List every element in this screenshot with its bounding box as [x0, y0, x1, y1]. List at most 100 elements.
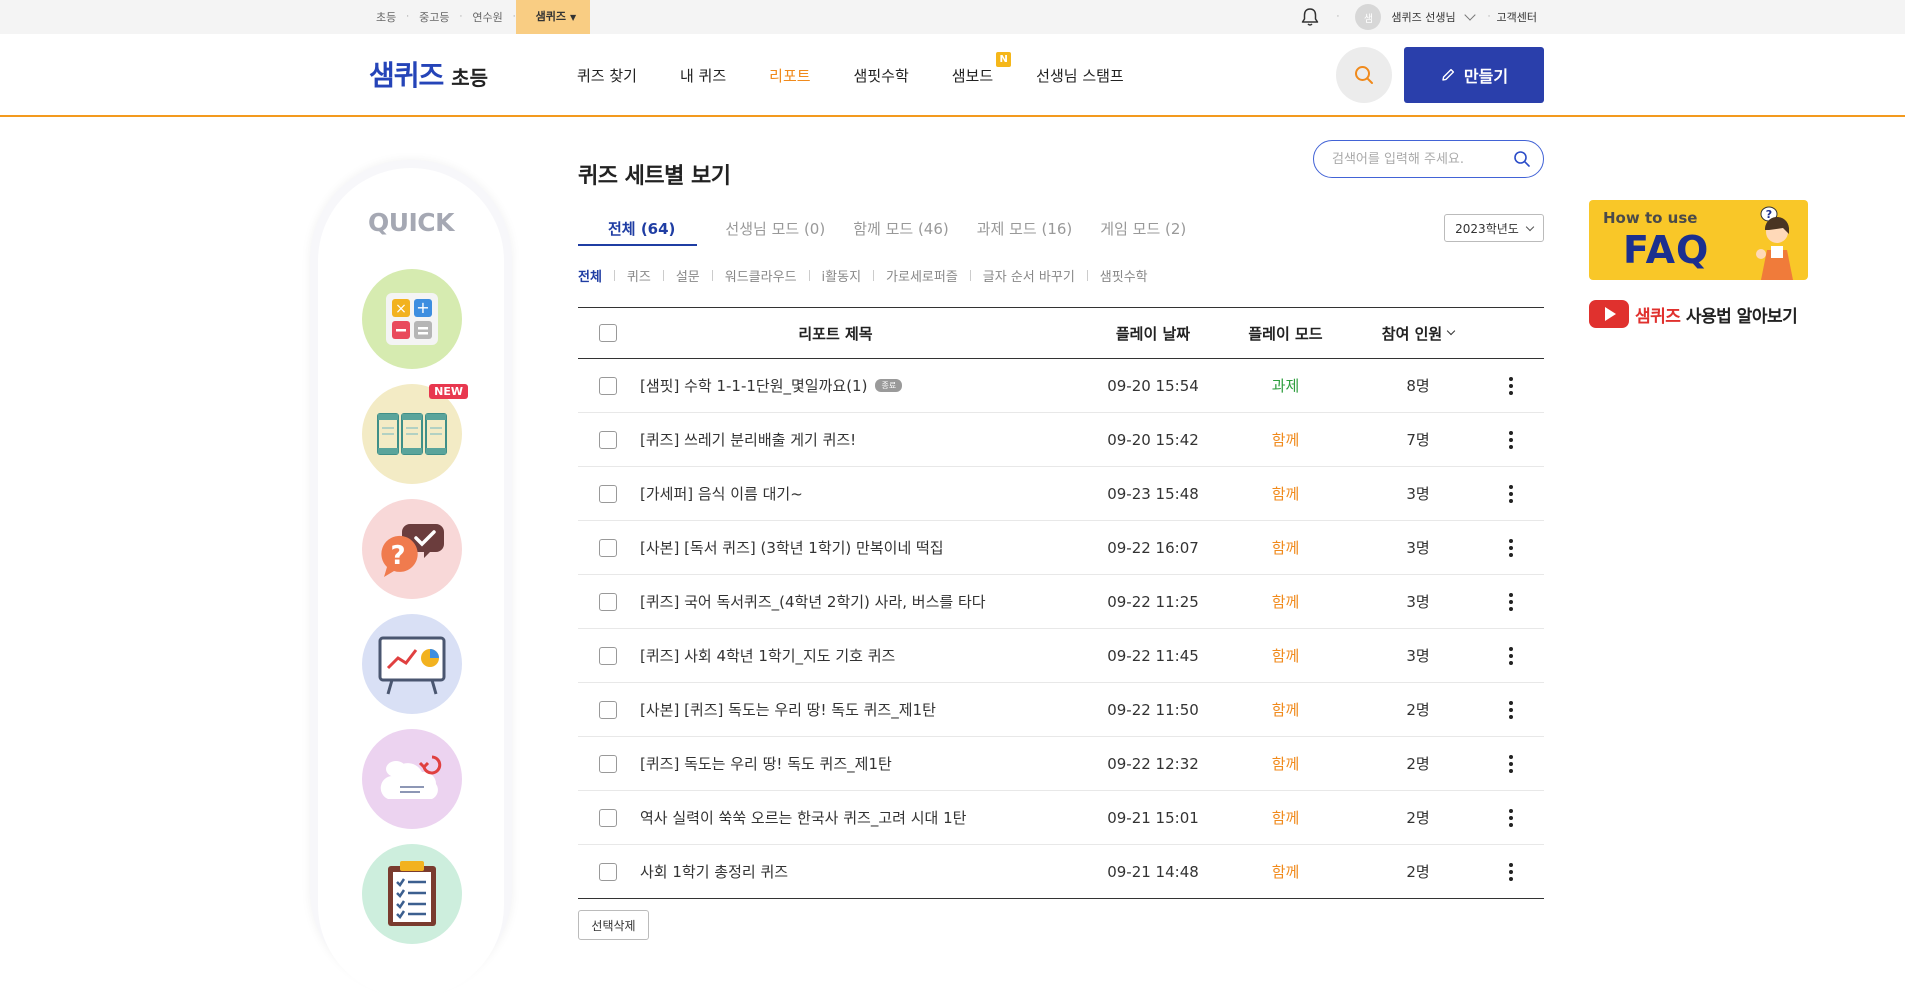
filter-survey[interactable]: 설문: [676, 266, 700, 285]
divider: [711, 270, 713, 281]
nav-find-quiz[interactable]: 퀴즈 찾기: [577, 65, 637, 86]
row-checkbox[interactable]: [599, 646, 617, 665]
tab-together-mode[interactable]: 함께 모드 (46): [853, 214, 949, 246]
tab-all[interactable]: 전체 (64): [578, 214, 698, 246]
more-vertical-icon: [1509, 484, 1513, 503]
row-checkbox[interactable]: [599, 808, 617, 827]
table-row[interactable]: [사본] [독서 퀴즈] (3학년 1학기) 만복이네 떡집 09-22 16:0…: [578, 521, 1544, 575]
row-more-button[interactable]: [1478, 538, 1544, 557]
table-row[interactable]: 사회 1학기 총정리 퀴즈 09-21 14:48 함께 2명: [578, 845, 1544, 899]
divider: [613, 270, 615, 281]
row-checkbox[interactable]: [599, 754, 617, 773]
nav-samboard[interactable]: 샘보드 N: [952, 52, 1012, 86]
delete-selected-button[interactable]: 선택삭제: [578, 910, 649, 940]
site-link-elementary[interactable]: 초등: [366, 9, 406, 25]
row-mode: 함께: [1271, 485, 1300, 503]
quick-bookshelf[interactable]: NEW: [362, 384, 468, 484]
row-title-cell[interactable]: [사본] [독서 퀴즈] (3학년 1학기) 만복이네 떡집: [638, 537, 1093, 558]
row-checkbox[interactable]: [599, 592, 617, 611]
header-search-button[interactable]: [1336, 47, 1392, 103]
avatar[interactable]: 샘: [1355, 4, 1382, 30]
row-more-button[interactable]: [1478, 754, 1544, 773]
user-name[interactable]: 샘퀴즈 선생님: [1391, 9, 1455, 25]
search-input[interactable]: [1332, 151, 1513, 167]
nav-my-quiz[interactable]: 내 퀴즈: [680, 65, 726, 86]
table-row[interactable]: [퀴즈] 독도는 우리 땅! 독도 퀴즈_제1탄 09-22 12:32 함께 2명: [578, 737, 1544, 791]
quick-quiz[interactable]: ?: [362, 499, 462, 599]
quick-wordcloud[interactable]: [362, 729, 462, 829]
faq-banner[interactable]: How to use FAQ ?: [1589, 200, 1808, 280]
row-title-cell[interactable]: [샘핏] 수학 1-1-1단원_몇일까요(1) 종료: [638, 375, 1093, 396]
row-checkbox[interactable]: [599, 700, 617, 719]
quick-report-board[interactable]: [362, 614, 462, 714]
row-title-cell[interactable]: 사회 1학기 총정리 퀴즈: [638, 861, 1093, 882]
search-icon[interactable]: [1513, 150, 1531, 168]
tab-teacher-mode[interactable]: 선생님 모드 (0): [725, 214, 825, 246]
header-people-sort[interactable]: 참여 인원: [1358, 323, 1478, 344]
filter-quiz[interactable]: 퀴즈: [627, 266, 651, 285]
tab-game-mode[interactable]: 게임 모드 (2): [1100, 214, 1186, 246]
tab-task-mode[interactable]: 과제 모드 (16): [977, 214, 1073, 246]
help-center-link[interactable]: 고객센터: [1497, 9, 1537, 25]
table-row[interactable]: [사본] [퀴즈] 독도는 우리 땅! 독도 퀴즈_제1탄 09-22 11:50…: [578, 683, 1544, 737]
row-checkbox[interactable]: [599, 376, 617, 395]
select-all-checkbox[interactable]: [599, 324, 617, 342]
table-row[interactable]: [샘핏] 수학 1-1-1단원_몇일까요(1) 종료 09-20 15:54 과제 8명: [578, 359, 1544, 413]
row-more-button[interactable]: [1478, 700, 1544, 719]
row-more-button[interactable]: [1478, 430, 1544, 449]
row-title-cell[interactable]: [사본] [퀴즈] 독도는 우리 땅! 독도 퀴즈_제1탄: [638, 699, 1093, 720]
row-checkbox[interactable]: [599, 430, 617, 449]
nav-teacher-stamp[interactable]: 선생님 스탬프: [1036, 65, 1124, 86]
row-mode: 함께: [1271, 809, 1300, 827]
table-row[interactable]: [가세퍼] 음식 이름 대기~ 09-23 15:48 함께 3명: [578, 467, 1544, 521]
row-title-cell[interactable]: [퀴즈] 독도는 우리 땅! 독도 퀴즈_제1탄: [638, 753, 1093, 774]
filter-samfit-math[interactable]: 샘핏수학: [1100, 266, 1148, 285]
header-people: 참여 인원: [1381, 324, 1443, 343]
youtube-play-icon: [1589, 300, 1629, 328]
row-title-cell[interactable]: [퀴즈] 국어 독서퀴즈_(4학년 2학기) 사라, 버스를 타다: [638, 591, 1093, 612]
quick-worksheet[interactable]: [362, 844, 462, 944]
filter-worksheet[interactable]: i활동지: [822, 266, 862, 285]
site-links: 초등 · 중고등 · 연수원 · 샘퀴즈 ▼: [366, 0, 591, 34]
row-people: 2명: [1406, 809, 1430, 827]
bell-icon[interactable]: [1299, 6, 1321, 28]
site-link-samquiz[interactable]: 샘퀴즈 ▼: [515, 0, 591, 34]
table-row[interactable]: [퀴즈] 쓰레기 분리배출 게기 퀴즈! 09-20 15:42 함께 7명: [578, 413, 1544, 467]
table-row[interactable]: [퀴즈] 국어 독서퀴즈_(4학년 2학기) 사라, 버스를 타다 09-22 1…: [578, 575, 1544, 629]
table-row[interactable]: [퀴즈] 사회 4학년 1학기_지도 기호 퀴즈 09-22 11:45 함께 3명: [578, 629, 1544, 683]
filter-wordcloud[interactable]: 워드클라우드: [725, 266, 797, 285]
bookshelf-icon: [377, 413, 447, 455]
row-more-button[interactable]: [1478, 646, 1544, 665]
site-link-secondary[interactable]: 중고등: [409, 9, 459, 25]
row-title-cell[interactable]: [퀴즈] 쓰레기 분리배출 게기 퀴즈!: [638, 429, 1093, 450]
row-more-button[interactable]: [1478, 376, 1544, 395]
year-select[interactable]: 2023학년도: [1444, 214, 1544, 242]
row-title-cell[interactable]: 역사 실력이 쑥쑥 오르는 한국사 퀴즈_고려 시대 1탄: [638, 807, 1093, 828]
nav-samfit-math[interactable]: 샘핏수학: [854, 65, 909, 86]
row-more-button[interactable]: [1478, 484, 1544, 503]
row-checkbox[interactable]: [599, 484, 617, 503]
row-checkbox[interactable]: [599, 538, 617, 557]
filter-all[interactable]: 전체: [578, 266, 602, 285]
row-checkbox[interactable]: [599, 862, 617, 881]
youtube-guide-banner[interactable]: 샘퀴즈 사용법 알아보기: [1589, 300, 1798, 328]
chevron-down-icon[interactable]: [1463, 9, 1476, 21]
nav-report[interactable]: 리포트: [769, 65, 810, 86]
row-more-button[interactable]: [1478, 592, 1544, 611]
filter-crossword[interactable]: 가로세로퍼즐: [886, 266, 958, 285]
row-people: 2명: [1406, 755, 1430, 773]
logo[interactable]: 샘퀴즈 초등: [369, 54, 488, 94]
quick-calculator[interactable]: × +: [362, 269, 462, 369]
filter-letter-order[interactable]: 글자 순서 바꾸기: [983, 266, 1075, 285]
row-more-button[interactable]: [1478, 808, 1544, 827]
divider: [808, 270, 810, 281]
row-title-cell[interactable]: [가세퍼] 음식 이름 대기~: [638, 483, 1093, 504]
row-people: 7명: [1406, 431, 1430, 449]
table-row[interactable]: 역사 실력이 쑥쑥 오르는 한국사 퀴즈_고려 시대 1탄 09-21 15:01…: [578, 791, 1544, 845]
create-button[interactable]: 만들기: [1404, 47, 1544, 103]
row-title-cell[interactable]: [퀴즈] 사회 4학년 1학기_지도 기호 퀴즈: [638, 645, 1093, 666]
row-date: 09-22 11:25: [1107, 592, 1199, 611]
row-title: [퀴즈] 사회 4학년 1학기_지도 기호 퀴즈: [640, 647, 896, 665]
row-more-button[interactable]: [1478, 862, 1544, 881]
site-link-training[interactable]: 연수원: [462, 9, 512, 25]
